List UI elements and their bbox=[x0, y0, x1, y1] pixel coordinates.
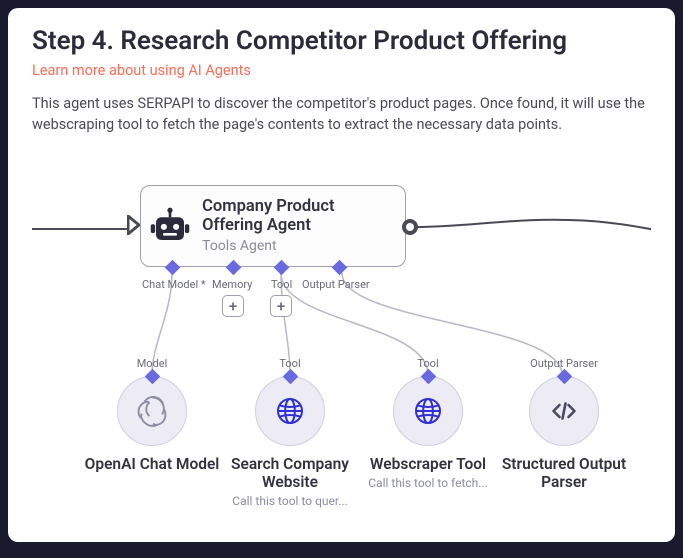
diamond-icon bbox=[144, 369, 160, 385]
node-name: OpenAI Chat Model bbox=[85, 456, 220, 474]
port-label-output-parser: Output Parser bbox=[302, 278, 370, 291]
add-tool-button[interactable]: + bbox=[270, 295, 292, 317]
description: This agent uses SERPAPI to discover the … bbox=[32, 93, 651, 135]
node-circle bbox=[393, 376, 463, 446]
openai-icon bbox=[135, 394, 169, 428]
port-label-chat-model: Chat Model * bbox=[142, 278, 206, 291]
node-circle bbox=[529, 376, 599, 446]
code-icon bbox=[549, 396, 579, 426]
agent-name: Company Product Offering Agent bbox=[202, 198, 393, 236]
step-panel: Step 4. Research Competitor Product Offe… bbox=[8, 8, 675, 542]
node-openai-chat-model[interactable]: Model OpenAI Chat Model bbox=[82, 357, 222, 474]
globe-icon bbox=[412, 395, 444, 427]
agent-subtitle: Tools Agent bbox=[202, 238, 393, 254]
node-circle bbox=[255, 376, 325, 446]
diamond-icon bbox=[420, 369, 436, 385]
diamond-icon bbox=[282, 369, 298, 385]
input-endpoint[interactable] bbox=[127, 215, 141, 235]
node-search-company-website[interactable]: Tool Search Company Website Call this to… bbox=[220, 357, 360, 508]
port-label-memory: Memory bbox=[212, 278, 252, 291]
node-name: Search Company Website bbox=[220, 456, 360, 492]
page-title: Step 4. Research Competitor Product Offe… bbox=[32, 26, 651, 56]
node-structured-output-parser[interactable]: Output Parser Structured Output Parser bbox=[494, 357, 634, 492]
node-circle bbox=[117, 376, 187, 446]
diamond-icon bbox=[556, 369, 572, 385]
node-hint: Call this tool to quer... bbox=[232, 494, 347, 508]
port-label-tool: Tool bbox=[271, 278, 292, 291]
node-hint: Call this tool to fetch... bbox=[368, 476, 488, 490]
node-name: Structured Output Parser bbox=[494, 456, 634, 492]
node-name: Webscraper Tool bbox=[370, 456, 486, 474]
workflow-canvas: Company Product Offering Agent Tools Age… bbox=[32, 153, 651, 513]
agent-node[interactable]: Company Product Offering Agent Tools Age… bbox=[140, 185, 406, 267]
output-endpoint[interactable] bbox=[402, 219, 418, 235]
add-memory-button[interactable]: + bbox=[222, 295, 244, 317]
learn-more-link[interactable]: Learn more about using AI Agents bbox=[32, 62, 651, 79]
node-webscraper-tool[interactable]: Tool Webscraper Tool Call this tool to f… bbox=[358, 357, 498, 490]
robot-icon bbox=[147, 197, 192, 255]
globe-icon bbox=[274, 395, 306, 427]
